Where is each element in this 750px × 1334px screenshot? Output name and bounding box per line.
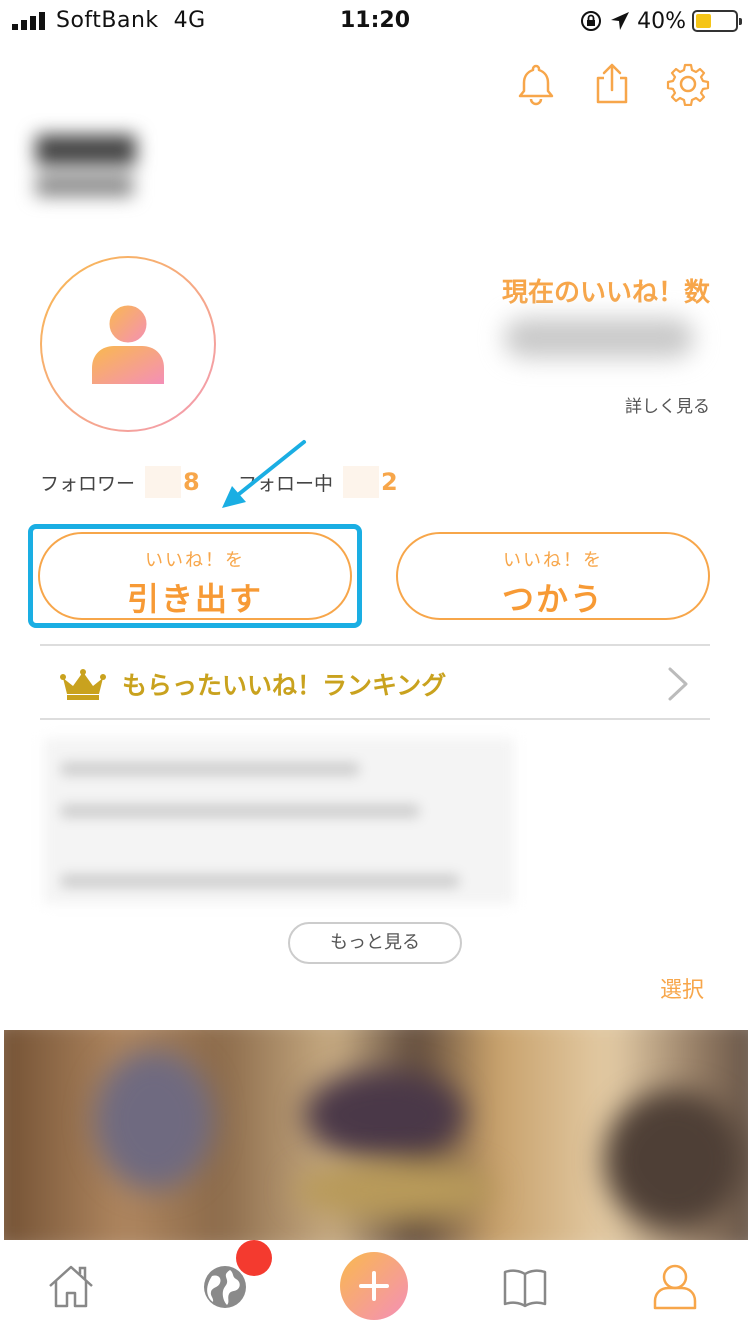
annotation-arrow — [222, 440, 306, 508]
battery-fill — [696, 14, 712, 28]
crown-icon — [60, 669, 106, 700]
avatar[interactable] — [40, 256, 216, 432]
use-likes-button[interactable]: いいね！を つかう — [396, 532, 710, 620]
more-button[interactable]: もっと見る — [288, 922, 462, 964]
post-blurred[interactable] — [44, 738, 514, 904]
use-big-label: つかう — [501, 580, 604, 618]
orientation-lock-icon — [581, 11, 602, 31]
battery-percent: 40% — [637, 8, 686, 34]
withdraw-likes-button[interactable]: いいね！を 引き出す — [38, 532, 352, 620]
tab-book[interactable] — [500, 1262, 550, 1312]
book-icon — [503, 1269, 547, 1308]
battery-icon — [692, 10, 742, 32]
followers-count: 8 — [183, 468, 200, 496]
user-name-blurred: █████ ███████ — [36, 136, 136, 197]
avatar-inner — [42, 258, 214, 430]
bell-icon[interactable] — [514, 62, 558, 106]
user-icon — [92, 302, 164, 384]
likes-count-blurred — [476, 296, 722, 380]
withdraw-small-label: いいね！を — [145, 550, 245, 571]
tab-profile[interactable] — [650, 1262, 700, 1312]
profile-icon — [653, 1264, 697, 1310]
chevron-right-icon — [668, 667, 688, 701]
notification-badge — [236, 1240, 272, 1276]
post-photo[interactable] — [4, 1030, 748, 1240]
share-icon[interactable] — [590, 62, 634, 106]
followers-label: フォロワー — [40, 472, 136, 495]
likes-detail-link[interactable]: 詳しく見る — [625, 392, 710, 417]
ranking-row[interactable]: もらったいいね！ランキング — [40, 644, 710, 720]
gear-icon[interactable] — [666, 62, 710, 107]
add-button[interactable] — [340, 1252, 408, 1320]
ranking-label: もらったいいね！ランキング — [122, 671, 447, 700]
status-right: 40% — [579, 8, 742, 34]
select-link[interactable]: 選択 — [660, 972, 704, 1004]
use-small-label: いいね！を — [503, 550, 603, 571]
location-icon — [611, 12, 630, 30]
tab-home[interactable] — [46, 1262, 96, 1312]
followers[interactable]: フォロワー 8 — [40, 466, 200, 498]
withdraw-big-label: 引き出す — [126, 580, 263, 618]
status-bar: SoftBank 4G 11:20 40% — [0, 0, 750, 42]
following-count: 2 — [381, 468, 398, 496]
home-icon — [49, 1265, 93, 1308]
plus-icon — [359, 1271, 389, 1301]
